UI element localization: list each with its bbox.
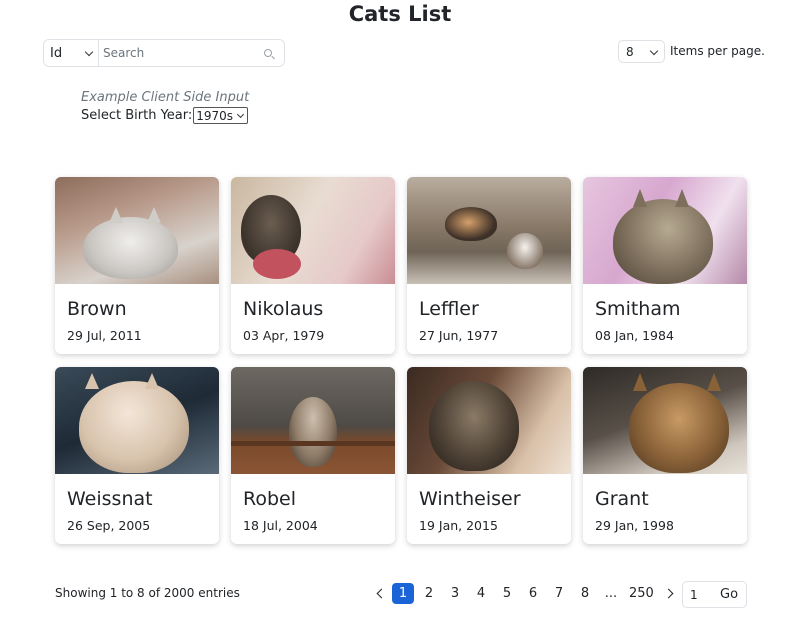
cat-card[interactable]: Weissnat 26 Sep, 2005 bbox=[55, 367, 219, 544]
cat-card[interactable]: Grant 29 Jan, 1998 bbox=[583, 367, 747, 544]
chevron-right-icon[interactable] bbox=[663, 583, 677, 604]
cat-photo bbox=[407, 367, 571, 474]
cat-photo bbox=[55, 367, 219, 474]
birth-year-select[interactable]: 1970s bbox=[193, 107, 249, 124]
cat-photo bbox=[55, 177, 219, 284]
cat-name: Brown bbox=[67, 298, 127, 320]
chevron-down-icon bbox=[237, 110, 245, 119]
chevron-left-icon[interactable] bbox=[372, 583, 387, 604]
cat-birth-date: 27 Jun, 1977 bbox=[419, 328, 499, 343]
cat-name: Weissnat bbox=[67, 488, 153, 510]
search-input[interactable] bbox=[99, 41, 262, 65]
page-button-250[interactable]: 250 bbox=[626, 583, 657, 604]
cat-birth-date: 29 Jan, 1998 bbox=[595, 518, 674, 533]
cat-card[interactable]: Wintheiser 19 Jan, 2015 bbox=[407, 367, 571, 544]
cat-birth-date: 29 Jul, 2011 bbox=[67, 328, 142, 343]
cat-name: Leffler bbox=[419, 298, 479, 320]
page-title: Cats List bbox=[348, 2, 452, 26]
goto-page-input[interactable] bbox=[683, 587, 709, 602]
page-button-3[interactable]: 3 bbox=[444, 583, 466, 604]
cat-card[interactable]: Brown 29 Jul, 2011 bbox=[55, 177, 219, 354]
items-per-page-select[interactable]: 8 bbox=[618, 40, 665, 63]
page-ellipsis: ... bbox=[604, 585, 618, 601]
cat-card[interactable]: Leffler 27 Jun, 1977 bbox=[407, 177, 571, 354]
cat-card-grid: Brown 29 Jul, 2011 Nikolaus 03 Apr, 1979… bbox=[55, 177, 747, 544]
cat-card[interactable]: Smitham 08 Jan, 1984 bbox=[583, 177, 747, 354]
cat-photo bbox=[231, 177, 395, 284]
cat-photo bbox=[231, 367, 395, 474]
chevron-down-icon bbox=[649, 46, 659, 56]
page-button-8[interactable]: 8 bbox=[574, 583, 596, 604]
cat-photo bbox=[583, 177, 747, 284]
page-button-7[interactable]: 7 bbox=[548, 583, 570, 604]
chevron-down-icon bbox=[84, 47, 94, 57]
cat-card[interactable]: Robel 18 Jul, 2004 bbox=[231, 367, 395, 544]
cat-photo bbox=[583, 367, 747, 474]
cat-name: Grant bbox=[595, 488, 649, 510]
search-field-value: Id bbox=[50, 45, 63, 61]
entries-summary: Showing 1 to 8 of 2000 entries bbox=[55, 586, 240, 600]
cat-birth-date: 08 Jan, 1984 bbox=[595, 328, 674, 343]
birth-year-label: Select Birth Year: bbox=[81, 108, 193, 123]
cat-card[interactable]: Nikolaus 03 Apr, 1979 bbox=[231, 177, 395, 354]
page-button-2[interactable]: 2 bbox=[418, 583, 440, 604]
cat-name: Wintheiser bbox=[419, 488, 521, 510]
client-input-caption: Example Client Side Input bbox=[81, 90, 250, 105]
cat-name: Robel bbox=[243, 488, 297, 510]
items-per-page-value: 8 bbox=[626, 44, 634, 59]
cat-birth-date: 18 Jul, 2004 bbox=[243, 518, 318, 533]
page-button-5[interactable]: 5 bbox=[496, 583, 518, 604]
cat-name: Nikolaus bbox=[243, 298, 324, 320]
items-per-page-label: Items per page. bbox=[670, 44, 765, 58]
search-field-select[interactable]: Id bbox=[44, 40, 99, 66]
cat-birth-date: 03 Apr, 1979 bbox=[243, 328, 325, 343]
cat-photo bbox=[407, 177, 571, 284]
page-button-4[interactable]: 4 bbox=[470, 583, 492, 604]
search-bar: Id bbox=[43, 39, 285, 67]
pagination: 1 2 3 4 5 6 7 8 ... 250 bbox=[370, 582, 683, 604]
go-button[interactable]: Go bbox=[720, 587, 738, 602]
page-button-6[interactable]: 6 bbox=[522, 583, 544, 604]
cat-name: Smitham bbox=[595, 298, 681, 320]
birth-year-row: Select Birth Year: 1970s bbox=[81, 107, 249, 124]
goto-page-group: Go bbox=[682, 581, 747, 608]
cat-birth-date: 19 Jan, 2015 bbox=[419, 518, 498, 533]
search-icon[interactable] bbox=[262, 41, 284, 65]
page-button-1[interactable]: 1 bbox=[392, 582, 414, 604]
cat-birth-date: 26 Sep, 2005 bbox=[67, 518, 151, 533]
birth-year-value: 1970s bbox=[196, 108, 234, 123]
